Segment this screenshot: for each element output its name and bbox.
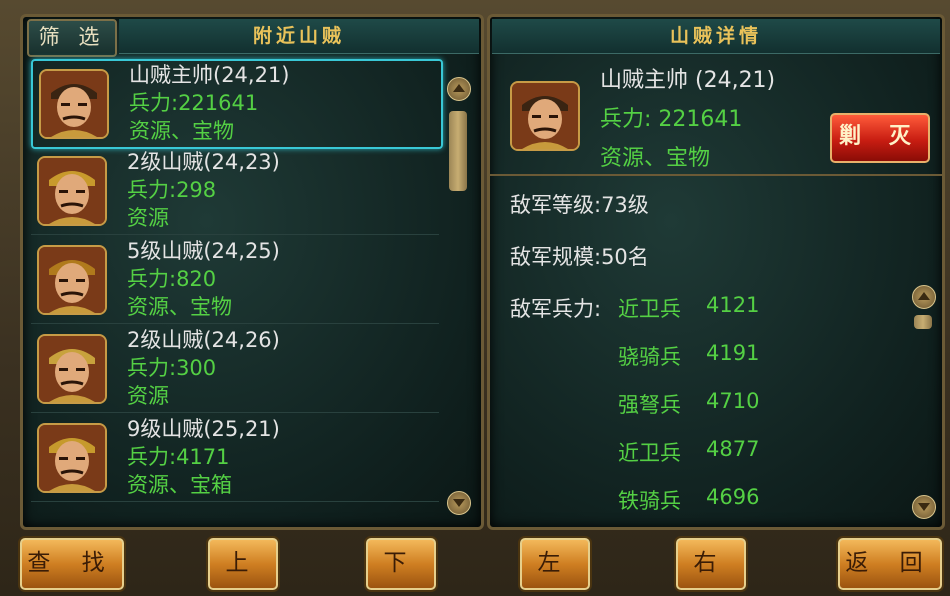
up-button[interactable]: 上 — [208, 538, 278, 590]
bandit-portrait — [37, 245, 107, 315]
search-button[interactable]: 查 找 — [20, 538, 124, 590]
enemy-level: 敌军等级:73级 — [510, 193, 649, 217]
enemy-scale: 敌军规模:50名 — [510, 245, 649, 269]
bandit-face-icon — [39, 247, 105, 313]
bandit-troops: 兵力:4171 — [127, 445, 230, 469]
bandit-face-icon — [39, 336, 105, 402]
scroll-up-icon[interactable] — [447, 77, 471, 101]
bandit-troops: 兵力: 221641 — [600, 107, 743, 132]
bandit-name: 2级山贼(24,26) — [127, 328, 280, 352]
scroll-thumb[interactable] — [449, 111, 467, 191]
bandit-name: 山贼主帅(24,21) — [129, 63, 290, 87]
bandit-troops: 兵力:820 — [127, 267, 217, 291]
filter-button[interactable]: 筛 选 — [27, 19, 117, 57]
bandit-face-icon — [512, 83, 578, 149]
bandit-troops: 兵力:300 — [127, 356, 217, 380]
list-scrollbar[interactable] — [447, 75, 471, 515]
bandit-face-icon — [39, 425, 105, 491]
bandit-portrait — [37, 334, 107, 404]
bandit-text: 2级山贼(24,26) 兵力:300 资源 — [127, 326, 280, 410]
bandit-face-icon — [41, 71, 107, 137]
detail-header: 山贼主帅 (24,21) 兵力: 221641 资源、宝物 剿 灭 — [490, 53, 942, 176]
bandit-troops: 兵力:221641 — [129, 91, 259, 115]
bandit-list-item[interactable]: 2级山贼(24,23) 兵力:298 资源 — [31, 148, 439, 235]
unit-type: 强弩兵 — [618, 393, 681, 417]
unit-count: 4877 — [706, 437, 760, 461]
unit-type: 铁骑兵 — [618, 489, 681, 513]
bandit-face-icon — [39, 158, 105, 224]
bandit-list-item[interactable]: 2级山贼(24,26) 兵力:300 资源 — [31, 326, 439, 413]
right-button[interactable]: 右 — [676, 538, 746, 590]
bandit-resources: 资源 — [127, 206, 169, 230]
panel-title: 附近山贼 — [252, 25, 345, 47]
unit-count: 4696 — [706, 485, 760, 509]
bandit-portrait — [37, 156, 107, 226]
unit-type: 骁骑兵 — [618, 345, 681, 369]
bandit-troops: 兵力:298 — [127, 178, 217, 202]
bandit-text: 9级山贼(25,21) 兵力:4171 资源、宝箱 — [127, 415, 280, 499]
bandit-detail-titlebar: 山贼详情 — [492, 19, 940, 54]
bandit-resources: 资源、宝物 — [127, 295, 232, 319]
bandit-portrait — [37, 423, 107, 493]
bandit-name: 2级山贼(24,23) — [127, 150, 280, 174]
bandit-detail-panel: 山贼详情 山贼主帅 (24,21) 兵力: 221641 资源、宝物 剿 灭 敌… — [487, 14, 945, 530]
bandit-resources: 资源、宝物 — [129, 119, 234, 143]
unit-count: 4191 — [706, 341, 760, 365]
bandit-resources: 资源 — [127, 384, 169, 408]
attack-button[interactable]: 剿 灭 — [830, 113, 930, 163]
bandit-text: 2级山贼(24,23) 兵力:298 资源 — [127, 148, 280, 232]
down-button[interactable]: 下 — [366, 538, 436, 590]
bandit-text: 5级山贼(24,25) 兵力:820 资源、宝物 — [127, 237, 280, 321]
scroll-up-icon[interactable] — [912, 285, 936, 309]
unit-type: 近卫兵 — [618, 297, 681, 321]
scroll-down-icon[interactable] — [912, 495, 936, 519]
bandit-portrait — [39, 69, 109, 139]
bandit-portrait — [510, 81, 580, 151]
unit-count: 4121 — [706, 293, 760, 317]
bandit-resources: 资源、宝物 — [600, 146, 711, 171]
scroll-thumb[interactable] — [914, 315, 932, 329]
back-button[interactable]: 返 回 — [838, 538, 942, 590]
nearby-bandits-titlebar: 附近山贼 — [119, 19, 479, 54]
bandit-name: 山贼主帅 (24,21) — [600, 68, 776, 93]
scroll-down-icon[interactable] — [447, 491, 471, 515]
unit-type: 近卫兵 — [618, 441, 681, 465]
unit-count: 4710 — [706, 389, 760, 413]
panel-title: 山贼详情 — [669, 25, 762, 47]
bandit-list-item[interactable]: 山贼主帅(24,21) 兵力:221641 资源、宝物 — [31, 59, 443, 149]
bandit-name: 9级山贼(25,21) — [127, 417, 280, 441]
bandit-list-item[interactable]: 9级山贼(25,21) 兵力:4171 资源、宝箱 — [31, 415, 439, 502]
bandit-text: 山贼主帅(24,21) 兵力:221641 资源、宝物 — [129, 61, 290, 145]
bandit-name: 5级山贼(24,25) — [127, 239, 280, 263]
detail-scrollbar[interactable] — [912, 283, 936, 523]
bandit-list-item[interactable]: 5级山贼(24,25) 兵力:820 资源、宝物 — [31, 237, 439, 324]
enemy-force-label: 敌军兵力: — [510, 297, 602, 321]
left-button[interactable]: 左 — [520, 538, 590, 590]
bandit-resources: 资源、宝箱 — [127, 473, 232, 497]
nearby-bandits-panel: 筛 选 附近山贼 山贼主帅(24,21) 兵力:221641 资源、宝物 2级山贼(2… — [20, 14, 484, 530]
detail-text: 山贼主帅 (24,21) 兵力: 221641 资源、宝物 — [600, 61, 775, 178]
